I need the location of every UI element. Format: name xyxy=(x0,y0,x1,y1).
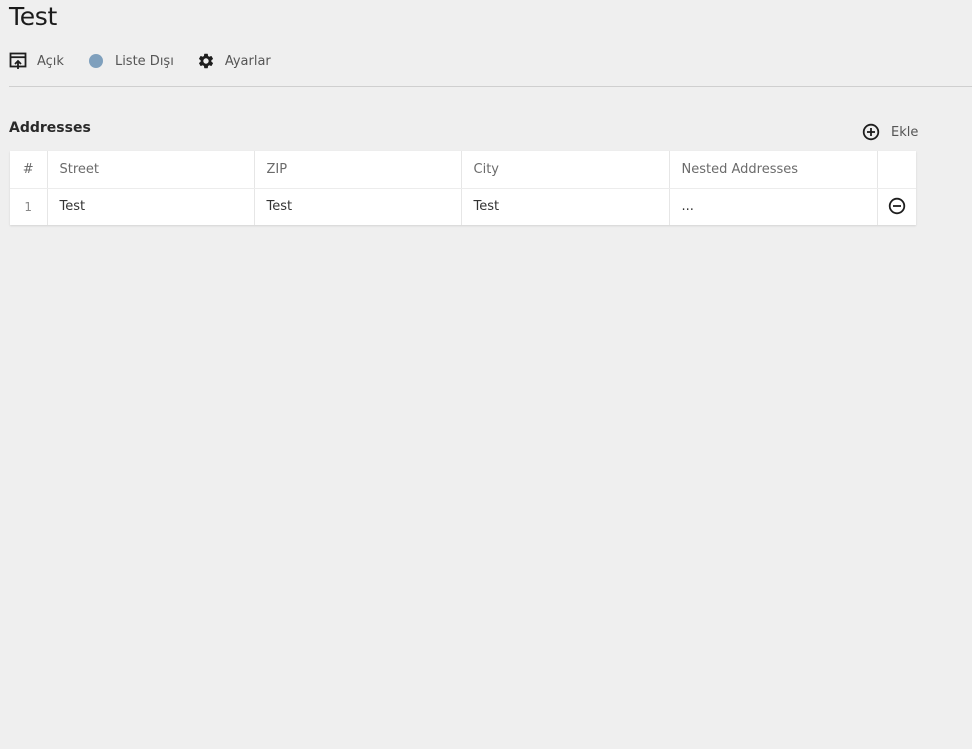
column-header-index: # xyxy=(10,151,48,189)
section-title: Addresses xyxy=(9,120,91,136)
cell-city[interactable]: Test xyxy=(461,188,670,225)
column-header-street: Street xyxy=(47,151,255,189)
table-row: 1 Test Test Test ... xyxy=(10,188,916,225)
settings-label: Ayarlar xyxy=(224,53,271,69)
plus-circle-icon xyxy=(862,123,880,141)
list-out-label: Liste Dışı xyxy=(114,53,174,69)
add-label: Ekle xyxy=(891,124,919,140)
page-title: Test xyxy=(9,2,58,31)
row-actions xyxy=(877,188,916,225)
column-header-nested-addresses: Nested Addresses xyxy=(669,151,878,189)
open-in-window-icon xyxy=(9,52,27,70)
remove-row-button[interactable] xyxy=(888,197,906,215)
minus-circle-icon xyxy=(888,197,905,214)
add-button[interactable]: Ekle xyxy=(862,123,918,141)
settings-button[interactable]: Ayarlar xyxy=(197,52,271,70)
open-button[interactable]: Açık xyxy=(9,52,64,70)
addresses-table: # Street ZIP City Nested Addresses 1 Tes… xyxy=(10,151,916,225)
divider xyxy=(9,86,972,87)
cell-street[interactable]: Test xyxy=(47,188,255,225)
open-label: Açık xyxy=(37,53,64,69)
status-dot-icon xyxy=(87,52,105,70)
column-header-actions xyxy=(877,151,916,189)
table-header-row: # Street ZIP City Nested Addresses xyxy=(10,151,916,189)
list-out-button[interactable]: Liste Dışı xyxy=(87,52,174,70)
cell-zip[interactable]: Test xyxy=(254,188,462,225)
gear-icon xyxy=(197,52,215,70)
toolbar: Açık Liste Dışı Ayarlar xyxy=(9,50,294,72)
column-header-city: City xyxy=(461,151,670,189)
row-index: 1 xyxy=(10,188,48,225)
column-header-zip: ZIP xyxy=(254,151,462,189)
cell-nested-addresses[interactable]: ... xyxy=(669,188,878,225)
